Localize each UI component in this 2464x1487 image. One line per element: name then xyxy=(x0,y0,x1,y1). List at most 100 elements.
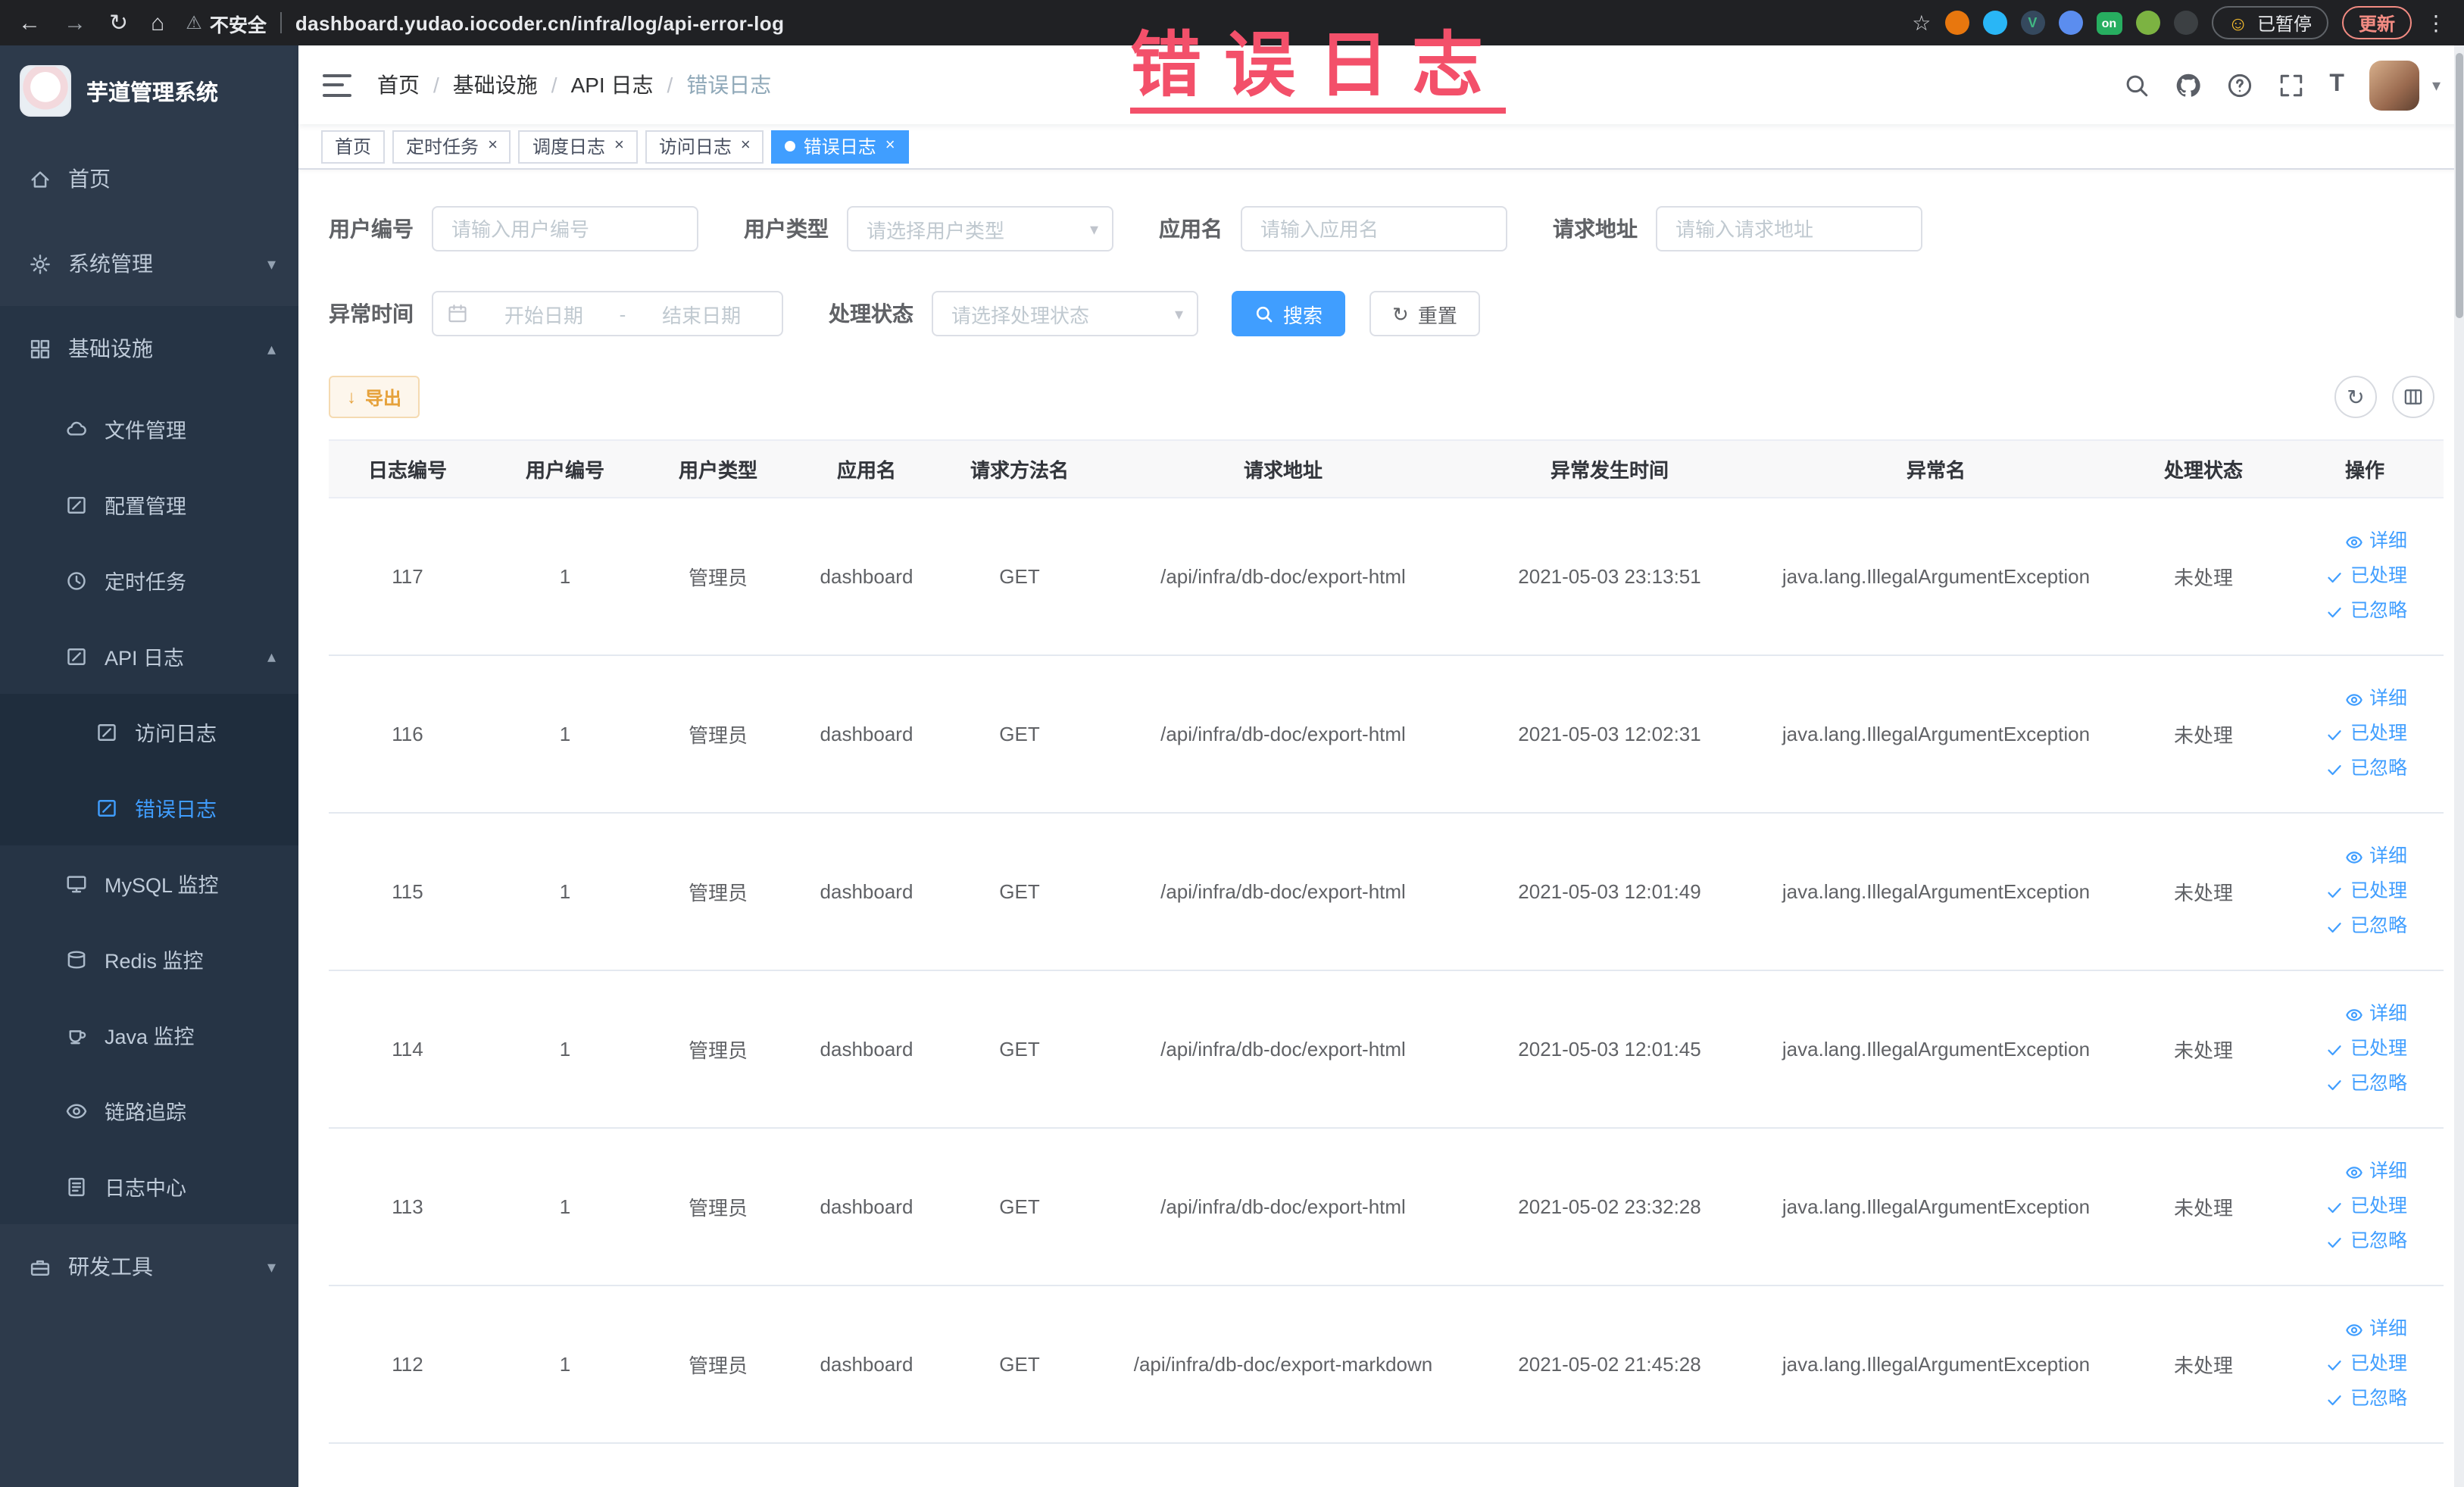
kebab-menu-icon[interactable]: ⋮ xyxy=(2425,12,2447,33)
error-log-table: 日志编号 用户编号 用户类型 应用名 请求方法名 请求地址 异常发生时间 异常名… xyxy=(329,439,2444,1444)
tab-close-icon[interactable]: × xyxy=(614,137,624,155)
ignored-link[interactable]: 已忽略 xyxy=(2326,1227,2407,1256)
ignored-link[interactable]: 已忽略 xyxy=(2326,1385,2407,1414)
bookmark-star-icon[interactable]: ☆ xyxy=(1912,12,1931,33)
app-name-input[interactable] xyxy=(1241,206,1507,251)
sidebar-item-mysql-monitor[interactable]: MySQL 监控 xyxy=(0,845,298,921)
sidebar-item-java-monitor[interactable]: Java 监控 xyxy=(0,997,298,1073)
address-bar[interactable]: ⚠ 不安全 dashboard.yudao.iocoder.cn/infra/l… xyxy=(186,8,1897,37)
fullscreen-icon[interactable] xyxy=(2278,72,2303,98)
processed-link[interactable]: 已处理 xyxy=(2326,1035,2407,1064)
detail-link[interactable]: 详细 xyxy=(2345,685,2407,714)
sidebar-item-error-log[interactable]: 错误日志 xyxy=(0,770,298,845)
breadcrumb-item-infrastructure[interactable]: 基础设施 xyxy=(453,70,538,100)
tab-close-icon[interactable]: × xyxy=(741,137,751,155)
reset-button[interactable]: ↻ 重置 xyxy=(1369,291,1480,336)
ignored-link[interactable]: 已忽略 xyxy=(2326,754,2407,783)
detail-link[interactable]: 详细 xyxy=(2345,842,2407,871)
sidebar-item-infrastructure[interactable]: 基础设施 ▴ xyxy=(0,306,298,391)
sidebar-item-scheduled-tasks[interactable]: 定时任务 xyxy=(0,542,298,618)
sidebar-item-system-management[interactable]: 系统管理 ▾ xyxy=(0,221,298,306)
scrollbar-thumb[interactable] xyxy=(2456,53,2463,318)
processed-link[interactable]: 已处理 xyxy=(2326,720,2407,748)
exception-time-range-picker[interactable]: 开始日期 - 结束日期 xyxy=(432,291,783,336)
sidebar-item-file-management[interactable]: 文件管理 xyxy=(0,391,298,467)
request-method-cell: GET xyxy=(941,970,1098,1129)
processed-link[interactable]: 已处理 xyxy=(2326,1350,2407,1379)
sidebar-item-link-tracing[interactable]: 链路追踪 xyxy=(0,1073,298,1148)
ignored-link[interactable]: 已忽略 xyxy=(2326,597,2407,626)
eye-icon xyxy=(2346,1166,2363,1178)
ext-pin-icon[interactable] xyxy=(2173,11,2198,35)
sidebar-item-log-center[interactable]: 日志中心 xyxy=(0,1148,298,1224)
table-body: 117 1 管理员 dashboard GET /api/infra/db-do… xyxy=(329,498,2444,1444)
column-settings-button[interactable] xyxy=(2392,376,2434,418)
breadcrumb: 首页 / 基础设施 / API 日志 / 错误日志 xyxy=(377,70,771,100)
sidebar-item-access-log[interactable]: 访问日志 xyxy=(0,694,298,770)
user-id-input[interactable] xyxy=(432,206,698,251)
detail-link[interactable]: 详细 xyxy=(2345,1000,2407,1029)
search-icon[interactable] xyxy=(2123,72,2149,98)
font-size-icon[interactable]: T xyxy=(2329,71,2344,98)
user-type-cell: 管理员 xyxy=(644,655,792,814)
forward-icon[interactable]: → xyxy=(64,11,86,34)
back-icon[interactable]: ← xyxy=(18,11,41,34)
sidebar-item-api-logs[interactable]: API 日志 ▴ xyxy=(0,618,298,694)
user-id-cell: 1 xyxy=(486,970,644,1129)
home-icon[interactable]: ⌂ xyxy=(151,11,164,34)
processed-link[interactable]: 已处理 xyxy=(2326,562,2407,591)
tab-close-icon[interactable]: × xyxy=(885,137,895,155)
ignored-link[interactable]: 已忽略 xyxy=(2326,1070,2407,1098)
ignored-link[interactable]: 已忽略 xyxy=(2326,912,2407,941)
reload-icon[interactable]: ↻ xyxy=(109,11,128,34)
ext-orange-icon[interactable] xyxy=(1944,11,1969,35)
sidebar-item-config-management[interactable]: 配置管理 xyxy=(0,467,298,542)
breadcrumb-item-home[interactable]: 首页 xyxy=(377,70,420,100)
breadcrumb-item-api-logs[interactable]: API 日志 xyxy=(571,70,654,100)
profile-paused-label: 已暂停 xyxy=(2256,13,2312,34)
tab-error-log[interactable]: 错误日志 × xyxy=(771,130,909,163)
ext-grid-icon[interactable] xyxy=(2058,11,2083,35)
help-icon[interactable] xyxy=(2226,72,2252,98)
avatar-caret-down-icon[interactable]: ▾ xyxy=(2432,75,2441,95)
process-status-select[interactable]: 请选择处理状态 ▾ xyxy=(932,291,1198,336)
tab-scheduled-tasks[interactable]: 定时任务 × xyxy=(392,130,511,163)
github-icon[interactable] xyxy=(2175,72,2200,98)
eye-icon xyxy=(2346,693,2363,705)
profile-paused-button[interactable]: ☺ 已暂停 xyxy=(2211,6,2328,39)
detail-link[interactable]: 详细 xyxy=(2345,1315,2407,1344)
sidebar-item-redis-monitor[interactable]: Redis 监控 xyxy=(0,921,298,997)
sidebar-item-dev-tools[interactable]: 研发工具 ▾ xyxy=(0,1224,298,1309)
detail-link[interactable]: 详细 xyxy=(2345,527,2407,556)
ext-drop-icon[interactable] xyxy=(1982,11,2007,35)
detail-link[interactable]: 详细 xyxy=(2345,1157,2407,1186)
request-url-input[interactable] xyxy=(1656,206,1922,251)
user-avatar[interactable] xyxy=(2369,60,2420,110)
logo-rabbit-image xyxy=(20,65,71,117)
tab-home[interactable]: 首页 xyxy=(321,130,386,163)
request-url-cell: /api/infra/db-doc/export-markdown xyxy=(1098,1286,1468,1444)
processed-link[interactable]: 已处理 xyxy=(2326,1192,2407,1221)
ext-on-icon[interactable]: on xyxy=(2096,11,2122,34)
user-type-select[interactable]: 请选择用户类型 ▾ xyxy=(847,206,1113,251)
page-scrollbar[interactable] xyxy=(2454,45,2464,1487)
grid-icon xyxy=(30,339,50,358)
request-url-label: 请求地址 xyxy=(1553,217,1638,241)
tab-schedule-log[interactable]: 调度日志 × xyxy=(518,130,638,163)
export-button[interactable]: ↓ 导出 xyxy=(329,376,420,418)
refresh-table-button[interactable]: ↻ xyxy=(2334,376,2377,418)
ext-vue-icon[interactable]: V xyxy=(2020,11,2045,35)
hamburger-icon[interactable] xyxy=(323,73,351,96)
tab-close-icon[interactable]: × xyxy=(488,137,498,155)
sidebar-item-home[interactable]: 首页 xyxy=(0,136,298,221)
exception-time-cell: 2021-05-02 21:45:28 xyxy=(1468,1286,1751,1444)
table-row: 116 1 管理员 dashboard GET /api/infra/db-do… xyxy=(329,655,2444,814)
exception-name-cell: java.lang.IllegalArgumentException xyxy=(1751,813,2121,971)
ext-leaf-icon[interactable] xyxy=(2135,11,2160,35)
browser-update-button[interactable]: 更新 xyxy=(2341,6,2412,39)
search-button[interactable]: 搜索 xyxy=(1232,291,1346,336)
processed-link[interactable]: 已处理 xyxy=(2326,877,2407,906)
cloud-icon xyxy=(67,420,86,435)
tab-access-log[interactable]: 访问日志 × xyxy=(645,130,764,163)
col-app-name: 应用名 xyxy=(792,439,941,498)
